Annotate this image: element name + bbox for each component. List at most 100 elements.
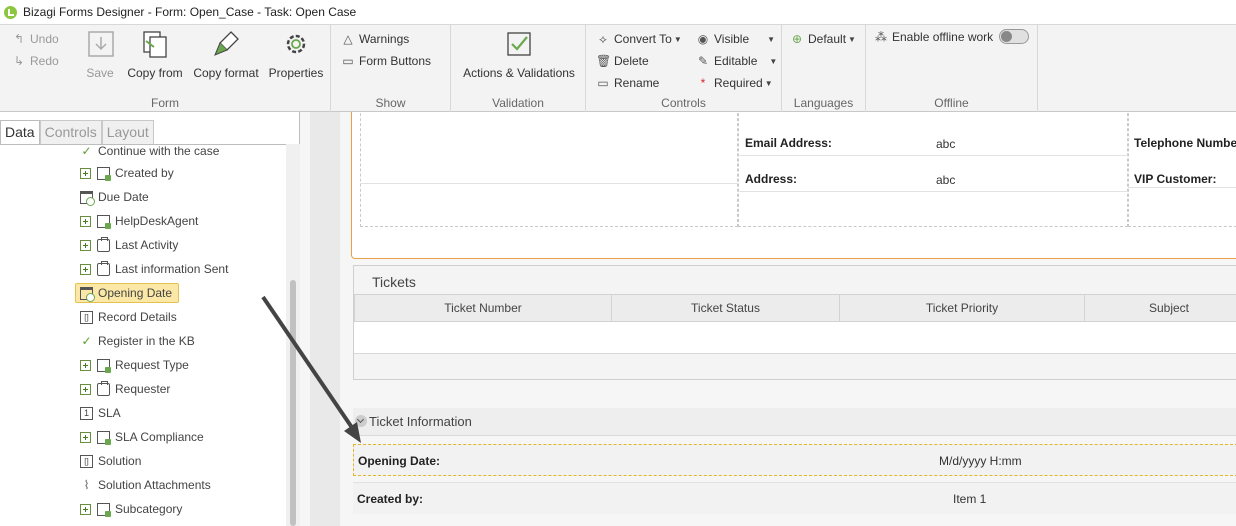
tree-node[interactable]: ⌇ Solution Attachments: [80, 475, 211, 495]
title-bar: Bizagi Forms Designer - Form: Open_Case …: [0, 0, 1236, 24]
checkmark-icon: ✓: [81, 333, 92, 348]
expand-plus-icon[interactable]: [80, 263, 91, 275]
tickets-grid[interactable]: Tickets Ticket Number Ticket Status Tick…: [353, 265, 1236, 380]
column-header-subject[interactable]: Subject: [1085, 294, 1236, 322]
expand-plus-icon[interactable]: [80, 383, 91, 395]
gear-icon: [286, 34, 306, 54]
chevron-down-icon: ▼: [767, 34, 776, 44]
tree-node[interactable]: [] Record Details: [80, 307, 177, 327]
ribbon-group-controls: ⟡ Convert To ▼ 🗑 Delete ▭ Rename ◉ Visibl…: [586, 25, 782, 113]
language-dropdown[interactable]: ⊕ Default ▼: [790, 32, 856, 46]
divider: [738, 191, 1128, 192]
tree-node[interactable]: Opening Date: [75, 283, 180, 303]
tree-node-label: Last Activity: [115, 238, 179, 252]
rename-button[interactable]: ▭ Rename: [596, 76, 659, 90]
tree-node[interactable]: SLA Compliance: [80, 427, 204, 447]
copy-from-button[interactable]: Copy from: [126, 29, 184, 80]
tree-node-label: Last information Sent: [115, 262, 229, 276]
editable-dropdown[interactable]: ✎ Editable ▼: [696, 54, 777, 68]
expand-plus-icon[interactable]: [80, 431, 91, 443]
chevron-down-icon: ▼: [848, 34, 856, 44]
expand-plus-icon[interactable]: [80, 359, 91, 371]
tree-node-label: Request Type: [115, 358, 189, 372]
tree-node-label: Register in the KB: [98, 334, 195, 348]
tree-scrollbar-thumb[interactable]: [290, 280, 296, 526]
divider: [360, 183, 738, 184]
tree-node[interactable]: Requester: [80, 379, 170, 399]
paperclip-icon: ⌇: [83, 477, 90, 492]
eye-icon: ◉: [697, 32, 709, 46]
tree-node[interactable]: Due Date: [80, 187, 149, 207]
convert-to-button[interactable]: ⟡ Convert To ▼: [596, 32, 682, 46]
form-icon: [97, 358, 111, 373]
languages-group-label: Languages: [793, 96, 854, 110]
tree-node[interactable]: Last information Sent: [80, 259, 228, 279]
form-canvas: Email Address: abc Address: abc Telephon…: [300, 112, 1236, 526]
copy-format-button[interactable]: Copy format: [192, 29, 260, 80]
address-value: abc: [936, 173, 956, 187]
opening-date-field[interactable]: Opening Date: M/d/yyyy H:mm: [353, 444, 1236, 476]
tree-node[interactable]: HelpDeskAgent: [80, 211, 198, 231]
form-buttons-button[interactable]: ▭ Form Buttons: [341, 54, 431, 68]
undo-icon: ↰: [13, 32, 25, 46]
actions-validations-button[interactable]: Actions & Validations: [461, 29, 577, 80]
tree-node-label: Record Details: [98, 310, 177, 324]
ribbon-group-show: △ Warnings ▭ Form Buttons Show: [331, 25, 451, 113]
tab-data[interactable]: Data: [0, 120, 40, 144]
expand-plus-icon[interactable]: [80, 239, 91, 251]
tree-node[interactable]: Request Type: [80, 355, 189, 375]
created-by-label: Created by:: [357, 492, 424, 506]
save-icon: [88, 31, 114, 57]
delete-button[interactable]: 🗑 Delete: [596, 54, 649, 68]
tree-node[interactable]: ✓ Register in the KB: [80, 331, 195, 351]
customer-info-group[interactable]: Email Address: abc Address: abc Telephon…: [351, 112, 1236, 259]
tree-node[interactable]: Created by: [80, 163, 174, 183]
tree-node[interactable]: Subcategory: [80, 499, 182, 519]
offline-toggle[interactable]: [999, 29, 1030, 44]
chevron-down-icon: ▼: [769, 56, 778, 66]
created-by-field[interactable]: Created by: Item 1: [353, 482, 1236, 514]
collapse-chevron-icon[interactable]: [355, 415, 367, 427]
tab-controls[interactable]: Controls: [39, 120, 102, 144]
chevron-down-icon: ▼: [764, 78, 773, 88]
warnings-button[interactable]: △ Warnings: [341, 32, 409, 46]
expand-plus-icon[interactable]: [80, 215, 91, 227]
expand-plus-icon[interactable]: [80, 503, 91, 515]
paintbrush-icon: [214, 31, 239, 56]
divider: [738, 155, 1128, 156]
tree-node[interactable]: [] Solution: [80, 451, 141, 471]
window-title: Bizagi Forms Designer - Form: Open_Case …: [23, 5, 357, 19]
tab-layout[interactable]: Layout: [101, 120, 154, 144]
tree-node[interactable]: 1 SLA: [80, 403, 121, 423]
tree-node-label: Opening Date: [98, 286, 173, 300]
tree-node-label: Due Date: [98, 190, 149, 204]
validation-check-icon: [507, 32, 531, 56]
required-dropdown[interactable]: * Required ▼: [696, 76, 773, 90]
ticket-information-group[interactable]: Ticket Information Opening Date: M/d/yyy…: [353, 408, 1236, 526]
ribbon-group-validation: Actions & Validations Validation: [451, 25, 586, 113]
form-icon: [97, 502, 111, 517]
column-header-ticket-status[interactable]: Ticket Status: [612, 294, 840, 322]
offline-icon: ⁂: [875, 29, 887, 44]
properties-button[interactable]: Properties: [268, 29, 324, 80]
undo-button[interactable]: ↰ Undo: [12, 32, 59, 46]
ticket-information-header[interactable]: Ticket Information: [353, 408, 1236, 436]
ribbon-group-offline: ⁂ Enable offline work Offline: [866, 25, 1038, 113]
form-column-3: [1128, 112, 1236, 227]
expand-plus-icon[interactable]: [80, 167, 91, 179]
column-header-ticket-priority[interactable]: Ticket Priority: [840, 294, 1085, 322]
briefcase-icon: [97, 236, 110, 252]
divider: [1128, 187, 1236, 188]
tree-node[interactable]: Last Activity: [80, 235, 178, 255]
save-button[interactable]: Save: [86, 29, 114, 80]
calendar-icon: [80, 190, 95, 206]
redo-button[interactable]: ↳ Redo: [12, 54, 59, 68]
record-icon: []: [80, 310, 93, 324]
column-header-ticket-number[interactable]: Ticket Number: [354, 294, 612, 322]
briefcase-icon: [97, 380, 110, 396]
required-asterisk-icon: *: [700, 76, 706, 90]
visible-dropdown[interactable]: ◉ Visible ▼: [696, 32, 775, 46]
form-column-2: [738, 112, 1128, 227]
convert-icon: ⟡: [599, 32, 607, 46]
tree-node[interactable]: ✓ Continue with the case: [80, 145, 219, 161]
